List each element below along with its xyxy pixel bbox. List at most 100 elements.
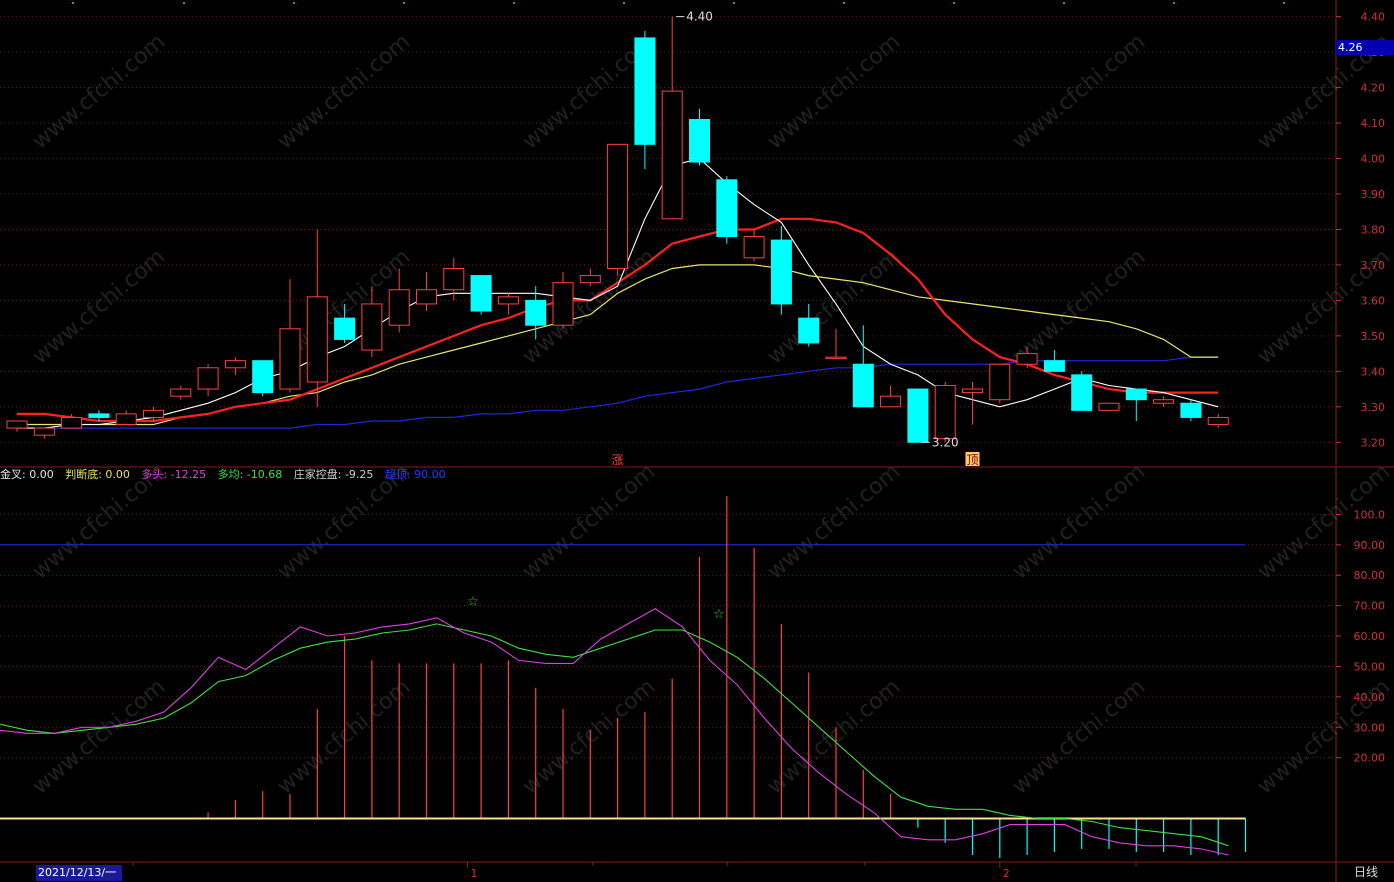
price-tick-label: 3.70 [1361, 259, 1386, 272]
indicator-tick-label: 80.00 [1354, 569, 1386, 582]
month-tick-label: 1 [470, 867, 477, 880]
watermark-text: www.cfchi.com [763, 29, 905, 154]
candle-up [661, 90, 683, 220]
legend-chaoding: 超顶: 90.00 [384, 468, 446, 481]
watermark-text: www.cfchi.com [1008, 244, 1150, 369]
candle-up [934, 385, 956, 440]
indicator-legend: 金叉: 0.00 判断底: 0.00 多头: -12.25 多均: -10.68… [0, 467, 454, 483]
candle-up [880, 395, 902, 408]
price-tick-label: 3.20 [1361, 436, 1386, 449]
candle-up [361, 303, 383, 351]
candle-down [252, 360, 274, 394]
low-price-label: 3.20 [932, 435, 959, 449]
candle-up [388, 289, 410, 326]
top-marker-dot [293, 2, 295, 4]
candle-up [1153, 399, 1175, 404]
golden-cross-star: ☆ [467, 595, 479, 610]
indicator-tick-label: 70.00 [1354, 600, 1386, 613]
candle-down [1071, 374, 1093, 411]
candle-up [306, 296, 328, 383]
watermark-text: www.cfchi.com [518, 459, 660, 584]
indicator-tick-label: 60.00 [1354, 630, 1386, 643]
legend-duotou: 多头: -12.25 [141, 468, 207, 481]
candle-down [716, 179, 738, 238]
candle-down [334, 317, 356, 340]
watermark-text: www.cfchi.com [1253, 459, 1394, 584]
candle-down [470, 275, 492, 312]
watermark-text: www.cfchi.com [1008, 674, 1150, 799]
candle-up [197, 367, 219, 390]
signal-marker-text: 顶 [966, 453, 978, 467]
candle-up [579, 275, 601, 284]
top-marker-dot [72, 2, 74, 4]
price-tick-label: 3.30 [1361, 401, 1386, 414]
candle-down [1043, 360, 1065, 372]
price-tick-label: 3.50 [1361, 330, 1386, 343]
candle-up [6, 420, 28, 429]
candle-up [743, 236, 765, 259]
candle-down [88, 413, 110, 418]
price-tick-label: 4.20 [1361, 82, 1386, 95]
golden-cross-star: ☆ [713, 607, 725, 622]
legend-panduandi: 判断底: 0.00 [65, 468, 130, 481]
candle-up [224, 360, 246, 369]
top-marker-dot [733, 2, 735, 4]
watermark-text: www.cfchi.com [763, 459, 905, 584]
candle-up [279, 328, 301, 390]
indicator-tick-label: 40.00 [1354, 691, 1386, 704]
legend-duojun: 多均: -10.68 [217, 468, 283, 481]
watermark-text: www.cfchi.com [273, 29, 415, 154]
month-tick-label: 2 [1003, 867, 1010, 880]
candle-up [962, 388, 983, 394]
watermark-text: www.cfchi.com [28, 29, 170, 154]
candle-up [61, 416, 83, 429]
top-marker-dot [1173, 2, 1175, 4]
candle-up [143, 409, 164, 418]
candle-down [634, 37, 656, 145]
candle-up [1207, 416, 1229, 426]
indicator-grid: 20.00 30.00 40.00 50.00 60.00 70.00 80.00 90.00… [0, 508, 1386, 765]
candle-up [1098, 402, 1120, 411]
duojun-line [0, 623, 1229, 847]
indicator-tick-label: 30.00 [1354, 721, 1386, 734]
watermark-text: www.cfchi.com [1008, 29, 1150, 154]
current-price-tag: 4.26 [1336, 40, 1394, 55]
price-tick-label: 3.90 [1361, 188, 1386, 201]
chart-canvas[interactable]: www.cfchi.com www.cfchi.com www.cfchi.com w… [0, 0, 1394, 882]
candle-down [525, 299, 547, 326]
candle-up [989, 363, 1011, 401]
candle-down [798, 317, 820, 344]
candle-up [497, 296, 519, 305]
watermark-text: www.cfchi.com [273, 674, 415, 799]
indicator-bars [207, 496, 1247, 858]
top-marker-dot [953, 2, 955, 4]
legend-jincha: 金叉: 0.00 [0, 468, 54, 481]
watermark-text: www.cfchi.com [28, 244, 170, 369]
top-marker-dot [513, 2, 515, 4]
candle-up [170, 388, 192, 397]
price-tick-label: 4.40 [1361, 11, 1386, 24]
period-selector[interactable]: 日线 [1338, 863, 1394, 882]
watermark-text: www.cfchi.com [763, 674, 905, 799]
candle-up [552, 282, 574, 326]
indicator-tick-label: 20.00 [1354, 752, 1386, 765]
candle-up [825, 356, 847, 360]
top-marker-dot [183, 2, 185, 4]
candle-up [33, 427, 55, 436]
signal-marker-text: 涨 [612, 452, 624, 467]
indicator-tick-label: 50.00 [1354, 660, 1386, 673]
candle-up [607, 143, 629, 269]
price-tick-label: 3.60 [1361, 294, 1386, 307]
candle-up [1016, 353, 1038, 365]
top-marker-dot [403, 2, 405, 4]
candle-down [852, 363, 874, 408]
indicator-tick-label: 90.00 [1354, 539, 1386, 552]
top-marker-dot [1063, 2, 1065, 4]
candle-down [770, 239, 792, 305]
price-tick-label: 3.80 [1361, 223, 1386, 236]
candle-up [115, 413, 137, 426]
legend-zhuangjia: 庄家控盘: -9.25 [293, 468, 374, 481]
watermark-text: www.cfchi.com [28, 674, 170, 799]
candle-down [1125, 388, 1147, 401]
watermark-text: www.cfchi.com [518, 674, 660, 799]
